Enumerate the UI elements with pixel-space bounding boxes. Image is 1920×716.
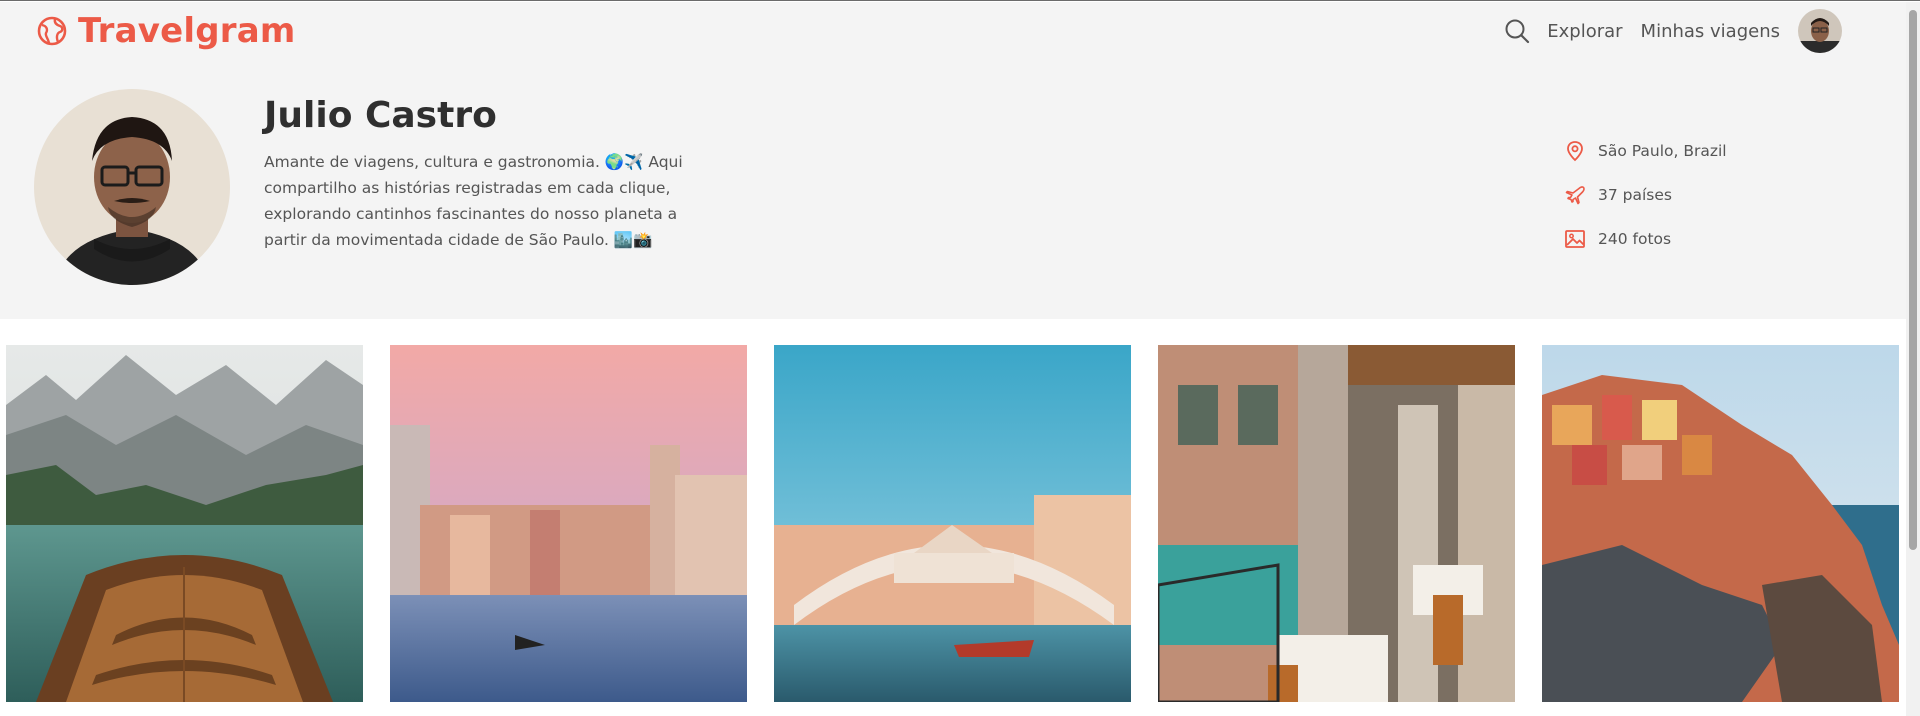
gallery-photo-2[interactable] (390, 345, 747, 702)
map-pin-icon (1567, 141, 1583, 162)
globe-icon (37, 16, 67, 46)
nav-minhas-viagens-link[interactable]: Minhas viagens (1641, 21, 1780, 42)
plane-icon (1565, 186, 1585, 205)
brand-name: Travelgram (78, 11, 296, 51)
nav-explorar-link[interactable]: Explorar (1547, 21, 1622, 42)
page-scrollbar[interactable] (1906, 2, 1920, 716)
stat-photos: 240 fotos (1564, 217, 1727, 261)
stat-photos-text: 240 fotos (1598, 230, 1672, 248)
stat-countries-text: 37 países (1598, 186, 1672, 204)
profile-photo (34, 89, 230, 285)
scrollbar-thumb[interactable] (1909, 10, 1917, 550)
gallery-photo-4[interactable] (1158, 345, 1515, 702)
gallery-photo-3[interactable] (774, 345, 1131, 702)
image-icon (1565, 230, 1585, 248)
stat-countries: 37 países (1564, 173, 1727, 217)
photo-gallery (6, 345, 1899, 702)
stat-location: São Paulo, Brazil (1564, 129, 1727, 173)
profile-name: Julio Castro (264, 95, 497, 136)
search-icon[interactable] (1503, 17, 1531, 45)
gallery-photo-1[interactable] (6, 345, 363, 702)
profile-stats: São Paulo, Brazil 37 países 240 fotos (1564, 129, 1727, 261)
profile-bio: Amante de viagens, cultura e gastronomia… (264, 153, 683, 249)
top-nav: Explorar Minhas viagens (1503, 9, 1842, 53)
stat-location-text: São Paulo, Brazil (1598, 142, 1727, 160)
user-avatar[interactable] (1798, 9, 1842, 53)
brand-logo[interactable]: Travelgram (36, 11, 296, 51)
gallery-photo-5[interactable] (1542, 345, 1899, 702)
